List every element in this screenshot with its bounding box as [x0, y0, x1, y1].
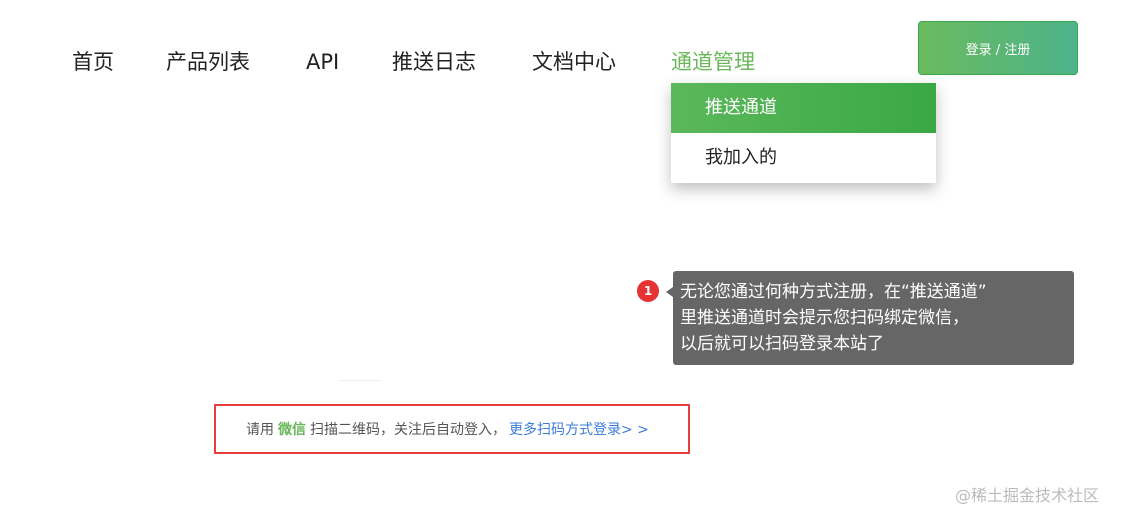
nav-docs[interactable]: 文档中心	[532, 48, 616, 76]
login-hint-box: 请用 微信 扫描二维码，关注后自动登入， 更多扫码方式登录> >	[214, 404, 690, 454]
hint-suffix: 扫描二维码，关注后自动登入，	[310, 422, 506, 438]
tooltip-arrow	[666, 287, 673, 297]
more-login-methods-link[interactable]: 更多扫码方式登录> >	[509, 419, 649, 439]
channel-dropdown-menu: 推送通道 我加入的	[671, 83, 936, 183]
step-badge: 1	[637, 280, 659, 302]
nav-home[interactable]: 首页	[72, 48, 114, 76]
divider	[340, 380, 380, 381]
nav-channel-management[interactable]: 通道管理	[671, 48, 755, 76]
hint-wechat: 微信	[278, 422, 306, 438]
menu-item-joined[interactable]: 我加入的	[671, 133, 936, 183]
nav-push-log[interactable]: 推送日志	[392, 48, 476, 76]
nav-products[interactable]: 产品列表	[166, 48, 250, 76]
tooltip-line: 以后就可以扫码登录本站了	[680, 334, 884, 354]
menu-item-push-channel[interactable]: 推送通道	[671, 83, 936, 133]
tooltip-line: 无论您通过何种方式注册，在“推送通道”	[680, 282, 987, 302]
watermark: @稀土掘金技术社区	[955, 486, 1100, 505]
login-register-button[interactable]: 登录 / 注册	[918, 21, 1078, 75]
nav-api[interactable]: API	[306, 48, 339, 76]
annotation-tooltip: 无论您通过何种方式注册，在“推送通道” 里推送通道时会提示您扫码绑定微信， 以后…	[673, 271, 1074, 365]
hint-prefix: 请用	[246, 422, 274, 438]
tooltip-line: 里推送通道时会提示您扫码绑定微信，	[680, 308, 969, 328]
